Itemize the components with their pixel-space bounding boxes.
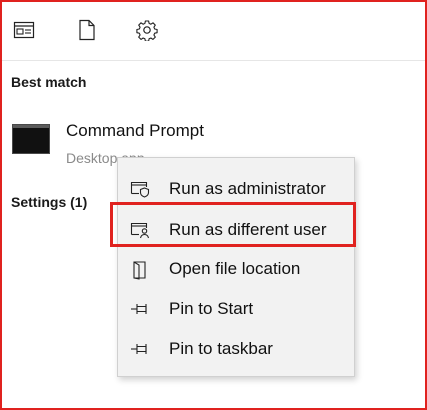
menu-item-run-as-administrator[interactable]: Run as administrator	[118, 171, 354, 207]
command-prompt-icon	[12, 124, 50, 154]
pin-icon	[130, 340, 150, 358]
context-menu: Run as administrator Run as different us…	[117, 157, 355, 377]
settings-gear-icon[interactable]	[135, 18, 159, 42]
menu-item-label: Run as administrator	[169, 179, 326, 198]
menu-item-label: Open file location	[169, 259, 301, 278]
best-match-heading: Best match	[11, 74, 87, 90]
search-panel: Best match Command Prompt Desktop app Se…	[0, 0, 427, 410]
pin-icon	[130, 300, 150, 318]
document-icon[interactable]	[75, 18, 99, 42]
user-window-icon	[130, 221, 150, 239]
shield-window-icon	[130, 180, 150, 198]
menu-item-run-as-different-user[interactable]: Run as different user	[118, 212, 354, 248]
folder-location-icon	[130, 260, 150, 280]
menu-item-open-file-location[interactable]: Open file location	[118, 251, 354, 287]
menu-item-pin-to-taskbar[interactable]: Pin to taskbar	[118, 331, 354, 367]
result-title: Command Prompt	[66, 121, 204, 140]
menu-item-label: Pin to taskbar	[169, 339, 273, 358]
menu-item-pin-to-start[interactable]: Pin to Start	[118, 291, 354, 327]
menu-item-label: Run as different user	[169, 220, 327, 239]
toolbar-divider	[2, 60, 425, 61]
apps-icon[interactable]	[12, 18, 36, 42]
search-toolbar	[2, 2, 425, 60]
settings-heading: Settings (1)	[11, 194, 88, 210]
menu-item-label: Pin to Start	[169, 299, 254, 318]
